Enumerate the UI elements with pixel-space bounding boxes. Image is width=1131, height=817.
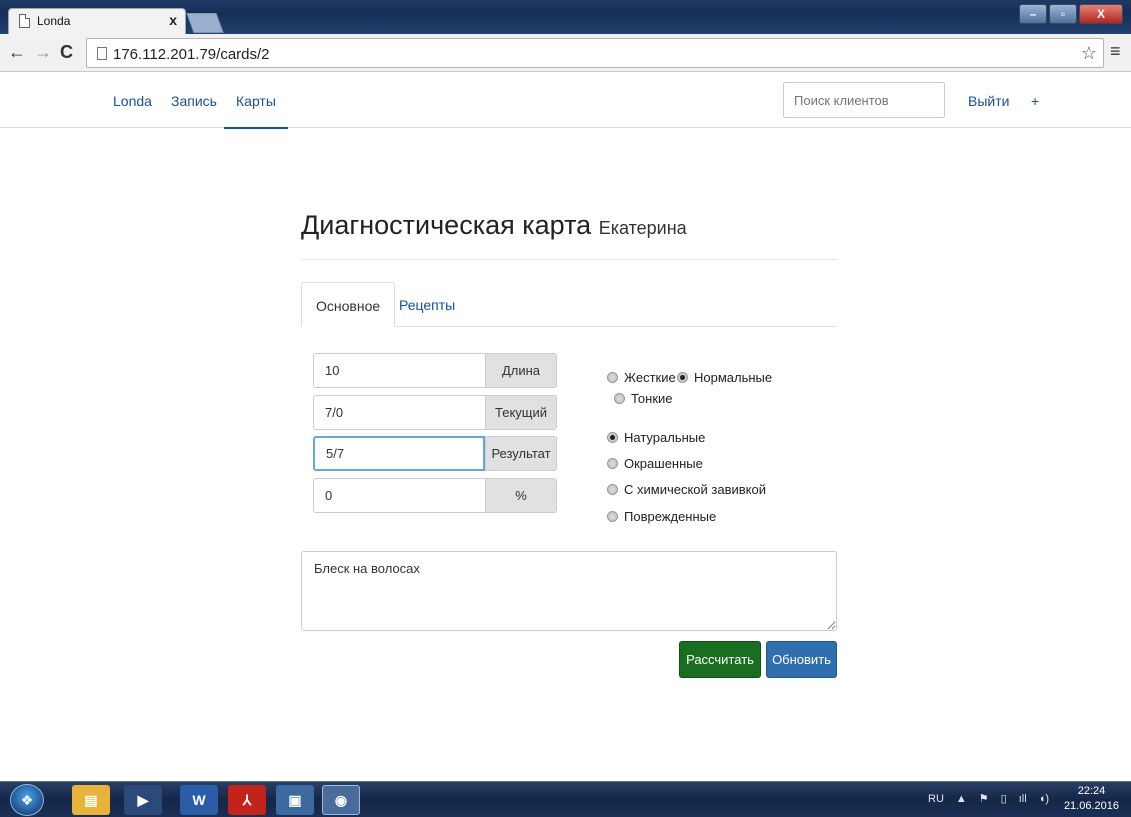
- length-addon: Длина: [485, 353, 557, 388]
- url-input[interactable]: [113, 43, 1013, 65]
- radio-label: Окрашенные: [624, 456, 703, 471]
- system-tray: RU ▲ ⚑ ▯ ıll ◖): [928, 792, 1049, 806]
- tray-arrow-icon[interactable]: ▲: [956, 793, 967, 805]
- update-button[interactable]: Обновить: [766, 641, 837, 678]
- nav-link-zapis[interactable]: Запись: [171, 93, 217, 109]
- radio-label: С химической завивкой: [624, 482, 766, 497]
- result-input-group: Результат: [313, 436, 557, 471]
- tab-osnovnoe[interactable]: Основное: [301, 282, 396, 327]
- maximize-button[interactable]: ▫: [1049, 4, 1077, 24]
- percent-addon: %: [485, 478, 557, 513]
- nav-link-karty[interactable]: Карты: [224, 93, 288, 129]
- reload-icon[interactable]: C: [60, 42, 73, 63]
- radio-dot[interactable]: [614, 393, 625, 404]
- content-tabs: Основное Рецепты: [301, 282, 837, 327]
- back-arrow-icon[interactable]: ←: [8, 42, 26, 63]
- logout-link[interactable]: Выйти: [968, 93, 1009, 109]
- clock-date: 21.06.2016: [1063, 800, 1119, 812]
- radio-zhestkie[interactable]: Жесткие: [607, 370, 676, 385]
- start-button-icon[interactable]: ❖: [10, 784, 44, 816]
- percent-input-group: %: [313, 478, 557, 513]
- signal-icon[interactable]: ıll: [1019, 793, 1027, 805]
- tab-title: Londa: [37, 14, 71, 28]
- app-navbar: Londa Запись Карты Выйти +: [0, 72, 1131, 129]
- minimize-button[interactable]: –: [1019, 4, 1047, 24]
- page-icon: [19, 14, 30, 28]
- tab-recepty[interactable]: Рецепты: [385, 282, 469, 327]
- browser-titlebar: Londa x – ▫ X: [0, 0, 1131, 34]
- explorer-icon[interactable]: ▤: [72, 785, 110, 815]
- current-input-group: Текущий: [313, 395, 557, 430]
- star-icon[interactable]: ☆: [1081, 43, 1097, 64]
- percent-input[interactable]: [313, 478, 485, 513]
- close-window-button[interactable]: X: [1079, 4, 1123, 24]
- radio-normalnye[interactable]: Нормальные: [677, 370, 772, 385]
- clock-time: 22:24: [1077, 785, 1106, 797]
- divider: [301, 259, 837, 260]
- radio-naturalnye[interactable]: Натуральные: [607, 430, 705, 445]
- new-tab-button[interactable]: [186, 13, 224, 33]
- photo-viewer-icon[interactable]: ▣: [276, 785, 314, 815]
- forward-arrow-icon[interactable]: →: [34, 42, 52, 63]
- result-addon: Результат: [485, 436, 557, 471]
- radio-tonkie[interactable]: Тонкие: [614, 391, 673, 406]
- volume-icon[interactable]: ◖): [1039, 793, 1049, 805]
- client-name: Екатерина: [598, 218, 687, 238]
- system-clock[interactable]: 22:24 21.06.2016: [1064, 784, 1119, 814]
- radio-label: Поврежденные: [624, 509, 717, 524]
- length-input[interactable]: [313, 353, 485, 388]
- os-taskbar: ❖ ▤ ▶ W ⅄ ▣ ◉ RU ▲ ⚑ ▯ ıll ◖) 22:24 21.0…: [0, 781, 1131, 817]
- address-bar[interactable]: ☆: [86, 38, 1104, 68]
- radio-okrashennye[interactable]: Окрашенные: [607, 456, 703, 471]
- current-addon: Текущий: [485, 395, 557, 430]
- page-title-text: Диагностическая карта: [301, 210, 592, 240]
- brand-link[interactable]: Londa: [113, 93, 152, 109]
- radio-dot[interactable]: [607, 372, 618, 383]
- media-player-icon[interactable]: ▶: [124, 785, 162, 815]
- radio-dot[interactable]: [607, 458, 618, 469]
- current-input[interactable]: [313, 395, 485, 430]
- radio-label: Нормальные: [694, 370, 773, 385]
- radio-dot-selected[interactable]: [607, 432, 618, 443]
- battery-icon[interactable]: ▯: [1001, 792, 1007, 805]
- chrome-icon[interactable]: ◉: [322, 785, 360, 815]
- radio-label: Натуральные: [624, 430, 706, 445]
- client-search-input[interactable]: [783, 82, 945, 118]
- browser-tab[interactable]: Londa x: [8, 8, 186, 34]
- radio-dot[interactable]: [607, 511, 618, 522]
- pdf-reader-icon[interactable]: ⅄: [228, 785, 266, 815]
- radio-label: Тонкие: [631, 391, 673, 406]
- menu-icon[interactable]: ≡: [1110, 41, 1121, 62]
- result-input[interactable]: [313, 436, 485, 471]
- length-input-group: Длина: [313, 353, 557, 388]
- page-icon: [97, 47, 107, 60]
- radio-dot-selected[interactable]: [677, 372, 688, 383]
- radio-dot[interactable]: [607, 484, 618, 495]
- window-controls: – ▫ X: [1019, 4, 1123, 24]
- notes-textarea[interactable]: Блеск на волосах: [301, 551, 837, 631]
- calculate-button[interactable]: Рассчитать: [679, 641, 761, 678]
- word-icon[interactable]: W: [180, 785, 218, 815]
- page-title: Диагностическая карта Екатерина: [301, 210, 687, 241]
- radio-zavivka[interactable]: С химической завивкой: [607, 482, 766, 497]
- language-indicator[interactable]: RU: [928, 793, 944, 805]
- radio-label: Жесткие: [624, 370, 676, 385]
- add-link[interactable]: +: [1031, 93, 1039, 109]
- tab-close-icon[interactable]: x: [169, 12, 177, 28]
- browser-toolbar: ← → C ☆ ≡: [0, 34, 1131, 72]
- network-icon[interactable]: ⚑: [979, 792, 989, 805]
- radio-povrezhdennye[interactable]: Поврежденные: [607, 509, 716, 524]
